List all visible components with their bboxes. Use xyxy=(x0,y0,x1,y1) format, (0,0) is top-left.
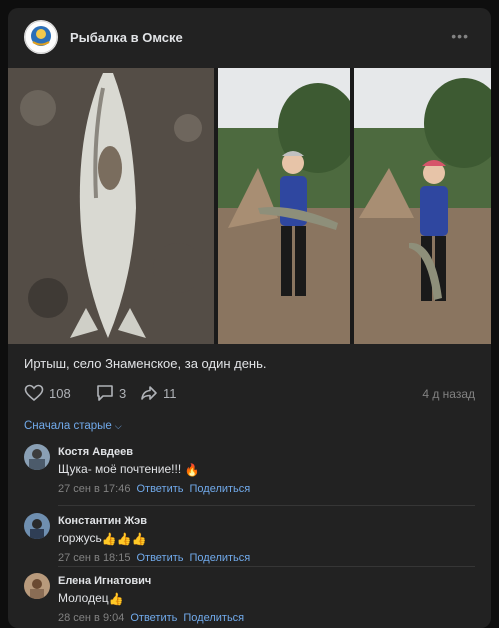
comments-sort-toggle[interactable]: Сначала старые ⌵ xyxy=(24,420,122,432)
reply-link[interactable]: Ответить xyxy=(130,612,177,624)
shares-count: 11 xyxy=(163,385,177,401)
comment-item: Костя Авдеев Щука- моё почтение!!! 🔥 27 … xyxy=(24,442,475,504)
comment-item: Елена Игнатович Молодец👍 28 сен в 9:04 От… xyxy=(24,571,475,628)
comment-text: Щука- моё почтение!!! 🔥 xyxy=(58,462,200,477)
comment-date[interactable]: 28 сен в 9:04 xyxy=(58,612,124,624)
likes-count: 108 xyxy=(49,385,71,401)
divider xyxy=(58,566,475,567)
photo-fish-on-ground[interactable] xyxy=(8,68,214,344)
comments-count: 3 xyxy=(119,385,127,401)
share-link[interactable]: Поделиться xyxy=(190,552,251,564)
thumbs-up-icon: 👍👍👍 xyxy=(101,532,147,546)
sort-label: Сначала старые xyxy=(24,420,112,432)
group-avatar[interactable] xyxy=(24,20,58,54)
post-actions: 108 3 11 4 д назад xyxy=(24,380,475,408)
post-card: Рыбалка в Омске ••• Иртыш, село Знаменск… xyxy=(8,8,491,628)
comment-button[interactable]: 3 xyxy=(96,380,126,406)
like-button[interactable]: 108 xyxy=(24,380,71,406)
chevron-down-icon: ⌵ xyxy=(114,421,122,431)
more-horizontal-icon[interactable]: ••• xyxy=(451,28,469,44)
share-link[interactable]: Поделиться xyxy=(190,483,251,495)
share-button[interactable]: 11 xyxy=(140,380,177,406)
fire-icon: 🔥 xyxy=(184,463,200,477)
share-icon xyxy=(141,386,157,400)
divider xyxy=(58,505,475,506)
reply-link[interactable]: Ответить xyxy=(136,552,183,564)
post-header: Рыбалка в Омске ••• xyxy=(24,20,475,56)
comment-date[interactable]: 27 сен в 17:46 xyxy=(58,483,130,495)
comment-text: Молодец👍 xyxy=(58,591,124,606)
post-date[interactable]: 4 д назад xyxy=(422,387,475,401)
post-text: Иртыш, село Знаменское, за один день. xyxy=(24,356,267,371)
comment-author[interactable]: Константин Жэв xyxy=(58,515,147,527)
comment-meta: 27 сен в 17:46 Ответить Поделиться xyxy=(58,483,250,495)
reply-link[interactable]: Ответить xyxy=(136,483,183,495)
comment-icon xyxy=(97,385,113,401)
comment-author[interactable]: Елена Игнатович xyxy=(58,575,151,587)
heart-icon xyxy=(24,384,44,402)
avatar[interactable] xyxy=(24,513,50,539)
share-link[interactable]: Поделиться xyxy=(183,612,244,624)
photo-boy-with-pike-2[interactable] xyxy=(354,68,491,344)
thumbs-up-icon: 👍 xyxy=(108,592,124,606)
group-name[interactable]: Рыбалка в Омске xyxy=(70,30,183,45)
comment-author[interactable]: Костя Авдеев xyxy=(58,446,133,458)
comment-text: горжусь👍👍👍 xyxy=(58,531,147,546)
photo-gallery xyxy=(8,68,491,344)
photo-boy-with-pike-1[interactable] xyxy=(218,68,350,344)
comment-meta: 28 сен в 9:04 Ответить Поделиться xyxy=(58,612,244,624)
comment-item: Константин Жэв горжусь👍👍👍 27 сен в 18:15… xyxy=(24,511,475,573)
avatar[interactable] xyxy=(24,573,50,599)
comment-meta: 27 сен в 18:15 Ответить Поделиться xyxy=(58,552,250,564)
comment-date[interactable]: 27 сен в 18:15 xyxy=(58,552,130,564)
avatar[interactable] xyxy=(24,444,50,470)
